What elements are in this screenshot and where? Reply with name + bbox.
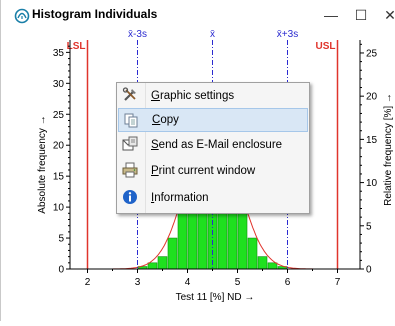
menu-item-label: Copy	[152, 114, 179, 126]
sigma-label: x̄	[210, 30, 215, 40]
spec-limit-label: USL	[316, 41, 336, 52]
y-left-tick-label: 35	[53, 48, 65, 59]
y-left-tick-label: 0	[58, 265, 64, 276]
histogram-bar	[257, 256, 268, 270]
y-right-tick-label: 5	[366, 221, 372, 232]
menu-item-copy[interactable]: Copy	[118, 108, 308, 132]
close-button[interactable]: ✕	[380, 5, 395, 25]
sigma-label: x̄-3s	[128, 30, 147, 40]
copy-icon	[124, 113, 138, 128]
menu-item-print-window[interactable]: Print current window	[118, 159, 308, 183]
print-icon	[122, 162, 138, 178]
menu-item-label: Print current window	[151, 165, 256, 177]
window-title: Histogram Individuals	[32, 7, 158, 21]
x-tick-label: 2	[85, 277, 91, 288]
histogram-bar	[147, 262, 158, 270]
histogram-bar	[237, 206, 248, 270]
y-right-tick-label: 20	[366, 92, 378, 103]
x-tick-label: 7	[335, 277, 341, 288]
menu-item-information[interactable]: Information	[118, 186, 308, 210]
y-right-tick-label: 0	[366, 265, 372, 276]
histogram-bar	[177, 206, 188, 270]
y-left-tick-label: 15	[53, 172, 65, 183]
info-icon	[123, 190, 137, 204]
x-axis-label: Test 11 [%] ND →	[176, 292, 255, 303]
y-left-tick-label: 20	[53, 141, 65, 152]
y-axis-label-left: Absolute frequency →	[37, 115, 48, 213]
menu-item-label: Send as E-Mail enclosure	[151, 139, 283, 151]
y-left-tick-label: 30	[53, 79, 65, 90]
y-axis-label-right: Relative frequency [%] →	[383, 93, 394, 206]
x-tick-label: 3	[135, 277, 141, 288]
maximize-button[interactable]: ☐	[351, 5, 371, 25]
context-menu: Graphic settings Copy Send as E-Mail enc…	[116, 82, 310, 214]
menu-item-label: Information	[151, 192, 209, 204]
email-icon	[122, 136, 138, 151]
y-left-tick-label: 25	[53, 110, 65, 121]
histogram-bar	[267, 262, 278, 270]
sigma-label: x̄+3s	[277, 30, 298, 40]
x-tick-label: 6	[285, 277, 291, 288]
y-right-tick-label: 10	[366, 178, 378, 189]
menu-item-graphic-settings[interactable]: Graphic settings	[118, 84, 308, 108]
x-tick-label: 5	[235, 277, 241, 288]
histogram-window: Histogram Individuals — ☐ ✕ x̄-3s x̄ x̄+3s…	[0, 0, 395, 321]
y-left-tick-label: 5	[58, 234, 64, 245]
y-right-tick-label: 15	[366, 135, 378, 146]
minimize-button[interactable]: —	[321, 5, 341, 25]
histogram-app-icon	[14, 8, 30, 24]
x-tick-label: 4	[185, 277, 191, 288]
histogram-bar	[247, 237, 258, 270]
tools-icon	[122, 87, 136, 101]
histogram-bar	[157, 256, 168, 270]
histogram-bar	[167, 237, 178, 270]
title-bar[interactable]: Histogram Individuals — ☐ ✕	[1, 0, 395, 30]
y-right-tick-label: 25	[366, 48, 378, 59]
y-left-tick-label: 10	[53, 203, 65, 214]
menu-item-label: Graphic settings	[151, 90, 235, 102]
menu-item-send-email[interactable]: Send as E-Mail enclosure	[118, 133, 308, 157]
